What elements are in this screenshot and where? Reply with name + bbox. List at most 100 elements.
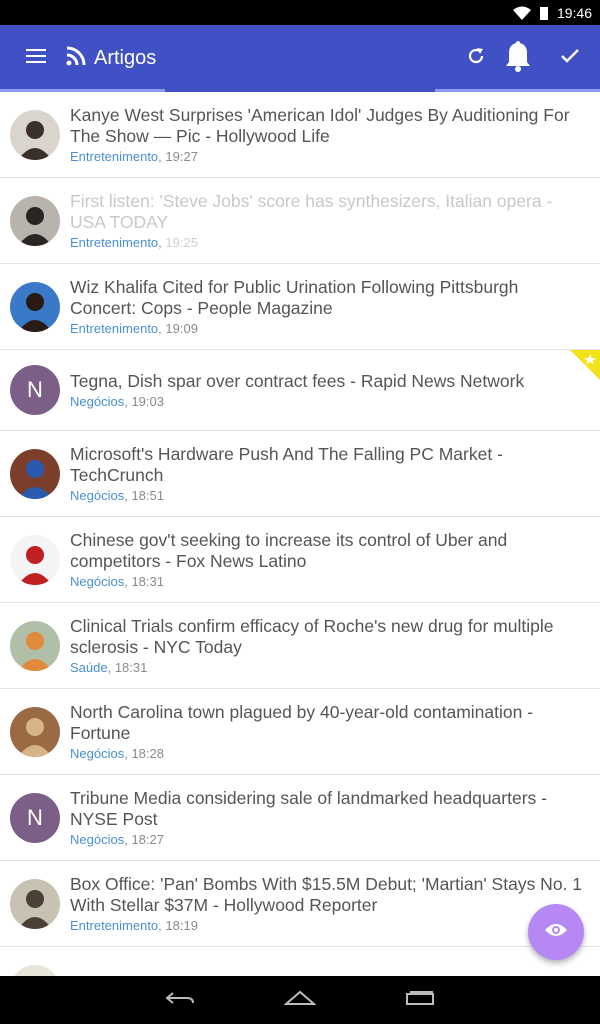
refresh-icon [466,46,486,71]
mark-read-button[interactable] [540,25,600,92]
eye-icon [544,922,568,943]
bell-icon [505,40,531,77]
app-bar: Artigos [0,25,600,92]
article-meta: Negócios, 18:31 [70,574,588,589]
article-row[interactable]: Chinese gov't seeking to increase its co… [0,517,600,603]
article-headline: Tribune Media considering sale of landma… [70,788,547,829]
article-meta: Negócios, 18:27 [70,832,588,847]
article-headline: First listen: 'Steve Jobs' score has syn… [70,191,553,232]
article-text: Kanye West Surprises 'American Idol' Jud… [70,105,588,164]
article-thumbnail [10,706,60,757]
article-time: 18:31 [114,660,148,675]
recents-button[interactable] [360,976,480,1024]
article-meta: Entretenimento, 19:27 [70,149,588,164]
article-time: 19:03 [131,394,164,409]
article-category: Entretenimento [70,918,159,933]
article-row[interactable]: Microsoft's Hardware Push And The Fallin… [0,431,600,517]
article-category: Entretenimento [70,321,159,336]
article-row[interactable]: Clinical Trials confirm efficacy of Roch… [0,603,600,689]
rss-icon [66,46,86,71]
article-text: Chinese gov't seeking to increase its co… [70,530,588,589]
menu-button[interactable] [0,25,72,92]
home-button[interactable] [240,976,360,1024]
article-category: Negócios [70,574,125,589]
article-row[interactable]: First listen: 'Steve Jobs' score has syn… [0,178,600,264]
article-time: 18:31 [131,574,164,589]
article-category: Negócios [70,746,125,761]
article-time: 18:19 [165,918,198,933]
starred-flag-icon [568,350,600,382]
refresh-button[interactable] [456,25,496,92]
source-avatar-letter: N [10,365,60,415]
article-headline: Chinese gov't seeking to increase its co… [70,530,508,571]
article-headline: Tegna, Dish spar over contract fees - Ra… [70,371,525,391]
article-text: Tribune Media considering sale of landma… [70,788,588,847]
article-meta: Negócios, 18:28 [70,746,588,761]
article-meta: Entretenimento, 19:25 [70,235,588,250]
battery-icon [539,6,549,20]
recents-icon [405,990,435,1011]
notifications-button[interactable] [496,25,540,92]
page-title: Artigos [94,47,157,69]
article-category: Negócios [70,488,125,503]
article-row[interactable]: Box Office: 'Pan' Bombs With $15.5M Debu… [0,861,600,947]
article-text: North Carolina town plagued by 40-year-o… [70,702,588,761]
article-time: 19:27 [165,149,198,164]
article-meta: Negócios, 19:03 [70,394,588,409]
article-time: 18:51 [131,488,164,503]
app-title: Artigos [66,46,456,71]
article-text: First listen: 'Steve Jobs' score has syn… [70,191,588,250]
article-list[interactable]: Kanye West Surprises 'American Idol' Jud… [0,92,600,976]
article-row[interactable]: N Tribune Media considering sale of landm… [0,775,600,861]
mark-all-read-fab[interactable] [528,904,584,960]
article-text: Tegna, Dish spar over contract fees - Ra… [70,371,588,409]
meta-separator: , [107,660,115,675]
article-time: 19:09 [165,321,198,336]
article-row[interactable]: Wiz Khalifa Cited for Public Urination F… [0,264,600,350]
article-thumbnail [10,878,60,929]
status-bar: 19:46 [0,0,600,25]
article-category: Negócios [70,394,125,409]
article-headline: Microsoft's Hardware Push And The Fallin… [70,444,503,485]
article-category: Saúde [70,660,108,675]
article-time: 18:27 [131,832,164,847]
article-category: Entretenimento [70,235,159,250]
article-thumbnail [10,448,60,499]
article-meta: Entretenimento, 18:19 [70,918,588,933]
source-avatar-letter: N [10,792,60,843]
article-headline: Box Office: 'Pan' Bombs With $15.5M Debu… [70,874,583,915]
system-nav-bar [0,976,600,1024]
article-thumbnail [10,964,60,976]
back-icon [165,989,195,1012]
wifi-icon [512,6,531,20]
article-row[interactable]: N Tegna, Dish spar over contract fees - R… [0,350,600,431]
article-thumbnail [10,620,60,671]
article-meta: Negócios, 18:51 [70,488,588,503]
article-text: Wiz Khalifa Cited for Public Urination F… [70,277,588,336]
article-row[interactable]: AB InBev may raise bid for SABMiller: so… [0,947,600,976]
status-time: 19:46 [556,4,592,21]
article-headline: Clinical Trials confirm efficacy of Roch… [70,616,554,657]
home-icon [283,990,317,1011]
article-thumbnail [10,109,60,160]
article-row[interactable]: Kanye West Surprises 'American Idol' Jud… [0,92,600,178]
back-button[interactable] [120,976,240,1024]
article-meta: Entretenimento, 19:09 [70,321,588,336]
article-text: Clinical Trials confirm efficacy of Roch… [70,616,588,675]
article-time: 18:28 [131,746,164,761]
article-row[interactable]: North Carolina town plagued by 40-year-o… [0,689,600,775]
article-category: Negócios [70,832,125,847]
article-headline: Kanye West Surprises 'American Idol' Jud… [70,105,570,146]
article-text: Microsoft's Hardware Push And The Fallin… [70,444,588,503]
menu-icon [26,48,46,69]
article-category: Entretenimento [70,149,159,164]
article-text: Box Office: 'Pan' Bombs With $15.5M Debu… [70,874,588,933]
article-time: 19:25 [165,235,198,250]
article-thumbnail [10,281,60,332]
article-meta: Saúde, 18:31 [70,660,588,675]
article-headline: Wiz Khalifa Cited for Public Urination F… [70,277,519,318]
article-thumbnail [10,195,60,246]
check-icon [560,48,580,69]
article-headline: North Carolina town plagued by 40-year-o… [70,702,534,743]
article-thumbnail [10,534,60,585]
